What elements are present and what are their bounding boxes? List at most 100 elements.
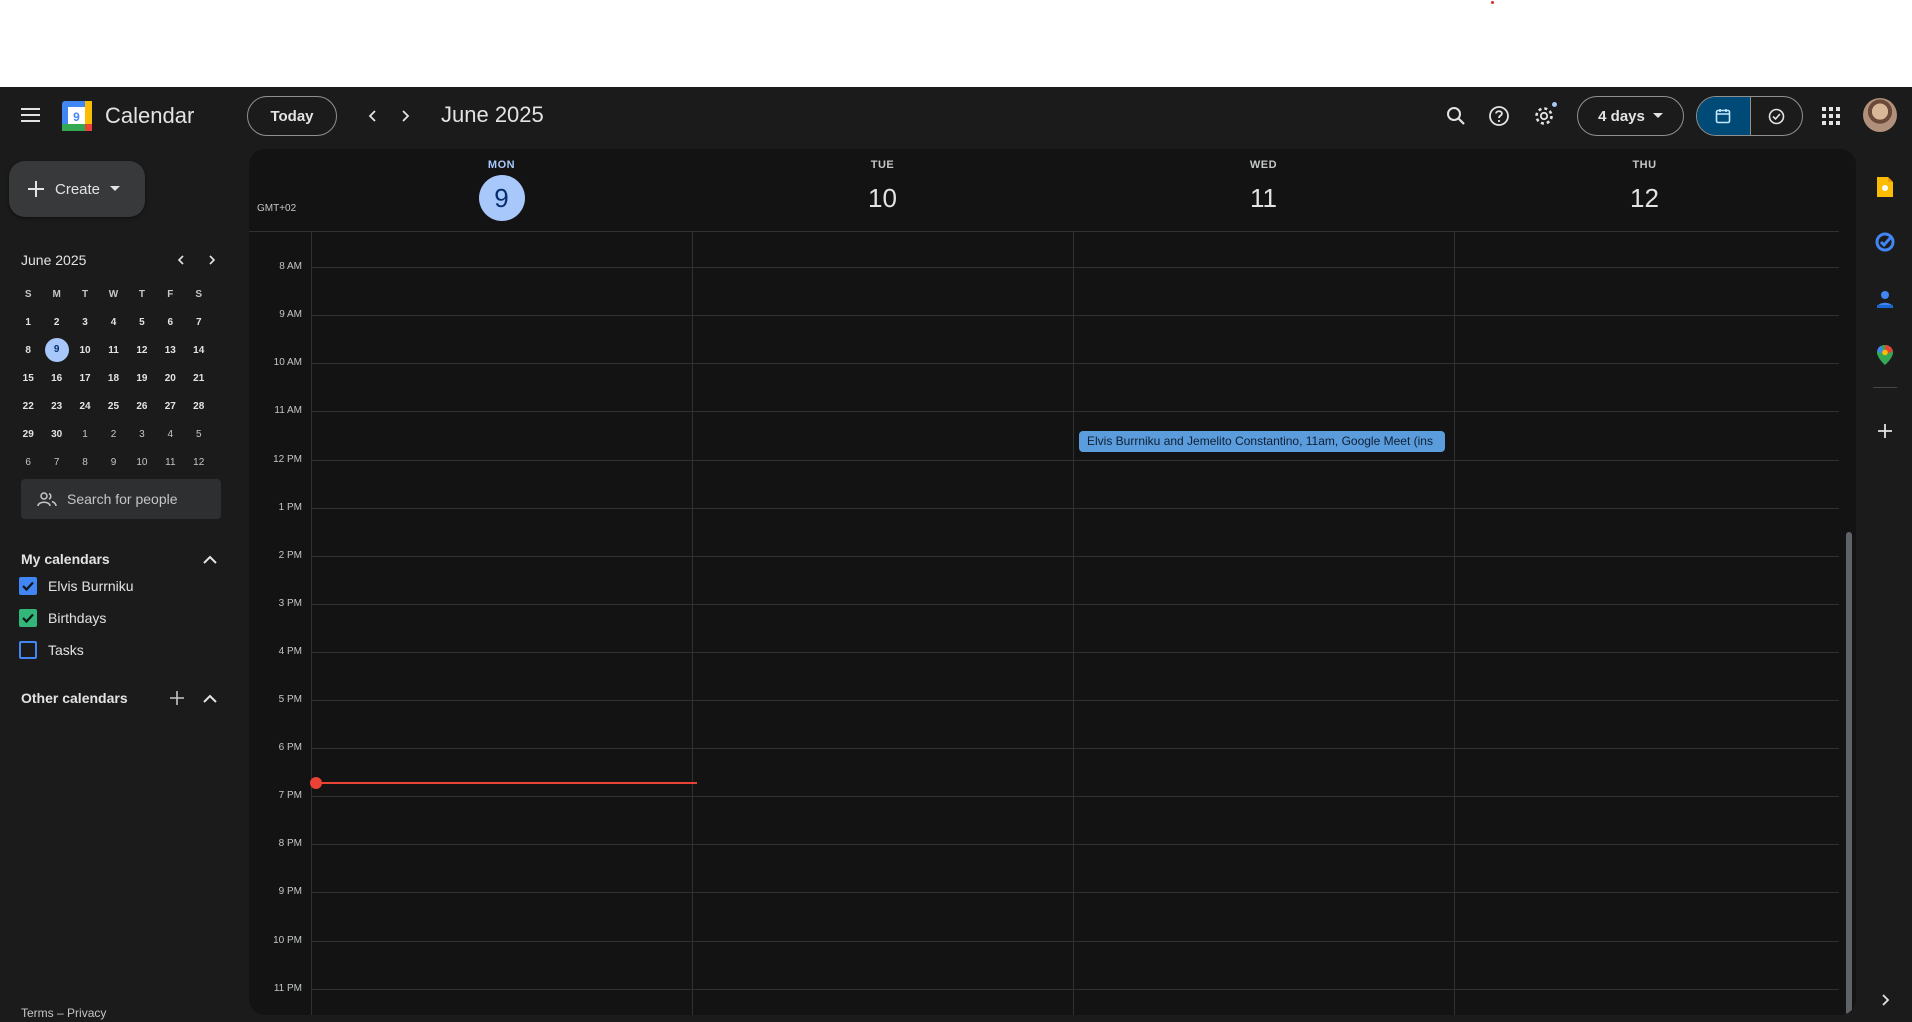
calendar-checkbox[interactable] [19,577,37,595]
mini-calendar-day[interactable]: 5 [185,429,213,440]
mini-calendar-day[interactable]: 2 [99,429,127,440]
mini-calendar-day[interactable]: 26 [128,401,156,412]
mini-calendar-day[interactable]: 6 [156,317,184,328]
next-period-chevron-right-icon[interactable] [389,100,421,132]
mini-calendar-day[interactable]: 7 [42,457,70,468]
mini-calendar-next-chevron-right-icon[interactable] [200,248,224,272]
terms-link[interactable]: Terms [21,1006,54,1020]
mini-calendar-grid: S M T W T F S 1 2 3 4 5 6 7 8 9 10 11 12 13 14 15 16 17 18 19 20 21… [14,280,213,476]
mini-calendar-day[interactable]: 7 [185,317,213,328]
mini-calendar-day-number: 7 [195,316,202,328]
calendar-item-tasks[interactable]: Tasks [19,641,84,659]
mini-calendar-day-number: 25 [107,400,120,412]
collapse-chevron-up-icon[interactable] [198,686,222,710]
mini-calendar-day[interactable]: 9 [99,457,127,468]
mini-calendar-day[interactable]: 22 [14,401,42,412]
mini-calendar-day[interactable]: 16 [42,373,70,384]
tasks-view-check-icon[interactable] [1749,97,1803,135]
caret-down-icon [1652,113,1663,118]
mini-calendar-day[interactable]: 28 [185,401,213,412]
calendar-item-elvis-burrniku[interactable]: Elvis Burrniku [19,577,134,595]
today-button[interactable]: Today [247,96,337,136]
expand-side-panel-chevron-right-icon[interactable] [1873,988,1897,1012]
hour-gridline [311,796,1839,798]
help-icon[interactable] [1483,100,1515,132]
mini-calendar-day[interactable]: 14 [185,345,213,356]
settings-gear-icon[interactable] [1528,100,1560,132]
search-for-people-field[interactable]: Search for people [21,479,221,519]
mini-calendar-day[interactable]: 3 [71,317,99,328]
day-number[interactable]: 9 [478,175,525,221]
day-column-divider [1454,232,1455,1015]
calendar-event[interactable]: Elvis Burrniku and Jemelito Constantino,… [1079,431,1445,452]
my-calendars-title[interactable]: My calendars [21,551,110,567]
previous-period-chevron-left-icon[interactable] [357,100,389,132]
mini-calendar-day[interactable]: 2 [42,317,70,328]
google-apps-grid-icon[interactable] [1815,100,1847,132]
time-grid[interactable]: Elvis Burrniku and Jemelito Constantino,… [249,232,1856,1015]
mini-calendar-day[interactable]: 10 [128,457,156,468]
mini-calendar-day[interactable]: 25 [99,401,127,412]
privacy-link[interactable]: Privacy [67,1006,106,1020]
main-menu-icon[interactable] [14,99,46,131]
mini-calendar-day[interactable]: 12 [185,457,213,468]
mini-calendar-day[interactable]: 1 [14,317,42,328]
maps-icon[interactable] [1873,343,1897,367]
day-number[interactable]: 11 [1241,175,1287,221]
hour-label: 12 PM [273,453,302,465]
mini-calendar-day[interactable]: 4 [156,429,184,440]
contacts-icon[interactable] [1873,287,1897,311]
mini-calendar-prev-chevron-left-icon[interactable] [169,248,193,272]
mini-calendar-day[interactable]: 27 [156,401,184,412]
mini-calendar-day-number: 7 [53,456,60,468]
mini-calendar-day[interactable]: 13 [156,345,184,356]
collapse-chevron-up-icon[interactable] [198,547,222,571]
calendar-view-icon[interactable] [1697,97,1750,135]
mini-calendar-day[interactable]: 21 [185,373,213,384]
calendar-checkbox[interactable] [19,609,37,627]
mini-calendar-day[interactable]: 15 [14,373,42,384]
mini-calendar-day[interactable]: 5 [128,317,156,328]
create-button[interactable]: Create [9,161,145,217]
mini-calendar-day[interactable]: 23 [42,401,70,412]
hour-label: 9 AM [279,309,302,321]
mini-calendar-day[interactable]: 30 [42,429,70,440]
day-number[interactable]: 12 [1622,175,1668,221]
mini-calendar-day-number: 12 [136,344,148,356]
mini-calendar-day[interactable]: 6 [14,457,42,468]
mini-calendar-weekday: T [138,288,145,300]
mini-calendar-day[interactable]: 17 [71,373,99,384]
hour-label: 5 PM [278,694,302,705]
app-title: Calendar [105,103,195,128]
mini-calendar-day[interactable]: 18 [99,373,127,384]
mini-calendar-day[interactable]: 3 [128,429,156,440]
search-icon[interactable] [1440,100,1472,132]
day-number[interactable]: 10 [860,175,906,221]
mini-calendar-day[interactable]: 11 [156,457,184,468]
mini-calendar-day[interactable]: 10 [71,345,99,356]
get-add-ons-plus-icon[interactable] [1873,419,1897,443]
add-other-calendar-plus-icon[interactable] [165,686,189,710]
mini-calendar-day[interactable]: 19 [128,373,156,384]
tasks-icon[interactable] [1873,230,1897,254]
mini-calendar-day[interactable]: 8 [14,345,42,356]
mini-calendar-weekday: M [52,288,61,300]
mini-calendar-day[interactable]: 20 [156,373,184,384]
mini-calendar-day[interactable]: 11 [99,345,127,356]
calendar-checkbox[interactable] [19,641,37,659]
mini-calendar-day[interactable]: 24 [71,401,99,412]
mini-calendar-day-number: 23 [51,400,63,412]
view-selector-dropdown[interactable]: 4 days [1577,96,1684,136]
account-avatar[interactable] [1863,98,1897,132]
mini-calendar-day[interactable]: 12 [128,345,156,356]
grid-scrollbar[interactable] [1846,532,1852,1015]
mini-calendar-day-number: 30 [51,428,63,440]
calendar-item-birthdays[interactable]: Birthdays [19,609,106,627]
mini-calendar-day[interactable]: 8 [71,457,99,468]
keep-icon[interactable] [1873,175,1897,199]
mini-calendar-day[interactable]: 29 [14,429,42,440]
logo-day: 9 [73,110,80,124]
mini-calendar-day[interactable]: 4 [99,317,127,328]
mini-calendar-day[interactable]: 1 [71,429,99,440]
mini-calendar-day[interactable]: 9 [42,338,70,362]
